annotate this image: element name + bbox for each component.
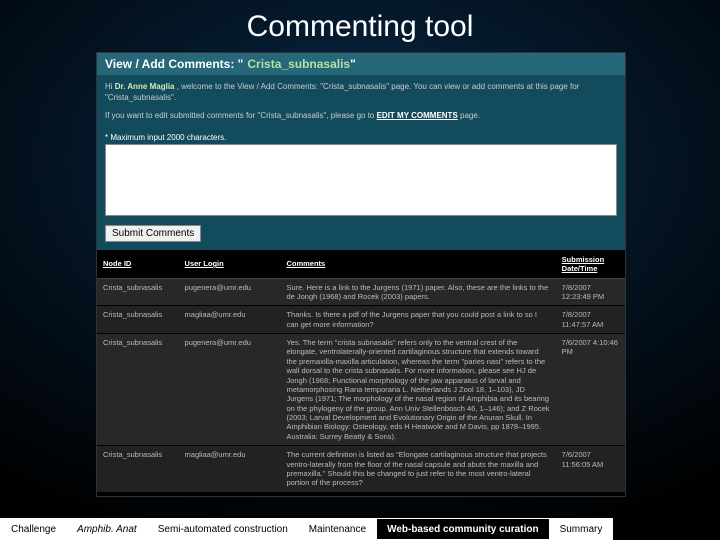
nav-challenge[interactable]: Challenge [0,518,67,540]
cell-user: pugenera@umr.edu [179,334,281,446]
slide-title: Commenting tool [0,0,720,50]
nav-web-based-community-curation[interactable]: Web-based community curation [377,518,550,540]
cell-node: Crista_subnasalis [97,306,179,334]
cell-comment: Yes. The term "crista subnasalis" refers… [280,334,555,446]
cell-node: Crista_subnasalis [97,446,179,493]
welcome-area: Hi Dr. Anne Maglia , welcome to the View… [97,75,625,130]
submit-comments-button[interactable]: Submit Comments [105,225,201,242]
nav-maintenance[interactable]: Maintenance [299,518,377,540]
table-row: Crista_subnasalismagliaa@umr.eduThanks. … [97,306,625,334]
comment-textarea[interactable] [105,144,617,216]
th-node-id[interactable]: Node ID [97,250,179,279]
cell-node: Crista_subnasalis [97,278,179,306]
th-submission-date[interactable]: Submission Date/Time [556,250,625,279]
cell-comment: Thanks. Is there a pdf of the Jurgens pa… [280,306,555,334]
nav-summary[interactable]: Summary [550,518,614,540]
cell-date: 7/6/2007 4:10:46 PM [556,334,625,446]
edit-my-comments-link[interactable]: EDIT MY COMMENTS [377,111,458,120]
welcome-username: Dr. Anne Maglia [115,82,175,91]
nav-amphib-anat[interactable]: Amphib. Anat [67,518,148,540]
cell-node: Crista_subnasalis [97,334,179,446]
table-row: Crista_subnasalismagliaa@umr.eduThe curr… [97,446,625,493]
table-row: Crista_subnasalispugenera@umr.eduYes. Th… [97,334,625,446]
cell-user: pugenera@umr.edu [179,278,281,306]
table-row: Crista_subnasalispugenera@umr.eduSure. H… [97,278,625,306]
window-header-prefix: View / Add Comments: " [105,57,243,71]
edit-note-suffix: page. [460,111,480,120]
window-header-suffix: " [350,57,356,71]
comments-table: Node ID User Login Comments Submission D… [97,250,625,493]
window-header-topic: Crista_subnasalis [247,57,350,71]
cell-comment: The current definition is listed as "Elo… [280,446,555,493]
cell-comment: Sure. Here is a link to the Jurgens (197… [280,278,555,306]
cell-user: magliaa@umr.edu [179,306,281,334]
nav-semi-automated-construction[interactable]: Semi-automated construction [148,518,299,540]
cell-date: 7/8/2007 11:47:57 AM [556,306,625,334]
comments-app-window: View / Add Comments: " Crista_subnasalis… [96,52,626,497]
edit-note-prefix: If you want to edit submitted comments f… [105,111,377,120]
welcome-prefix: Hi [105,82,115,91]
th-comments[interactable]: Comments [280,250,555,279]
window-header: View / Add Comments: " Crista_subnasalis… [97,53,625,75]
welcome-suffix: , welcome to the View / Add Comments: "C… [105,82,579,102]
cell-date: 7/6/2007 11:56:05 AM [556,446,625,493]
cell-user: magliaa@umr.edu [179,446,281,493]
comment-form: * Maximum input 2000 characters. Submit … [97,130,625,250]
footer-nav: ChallengeAmphib. AnatSemi-automated cons… [0,518,720,540]
th-user-login[interactable]: User Login [179,250,281,279]
cell-date: 7/8/2007 12:23:49 PM [556,278,625,306]
max-char-note: * Maximum input 2000 characters. [105,133,617,142]
